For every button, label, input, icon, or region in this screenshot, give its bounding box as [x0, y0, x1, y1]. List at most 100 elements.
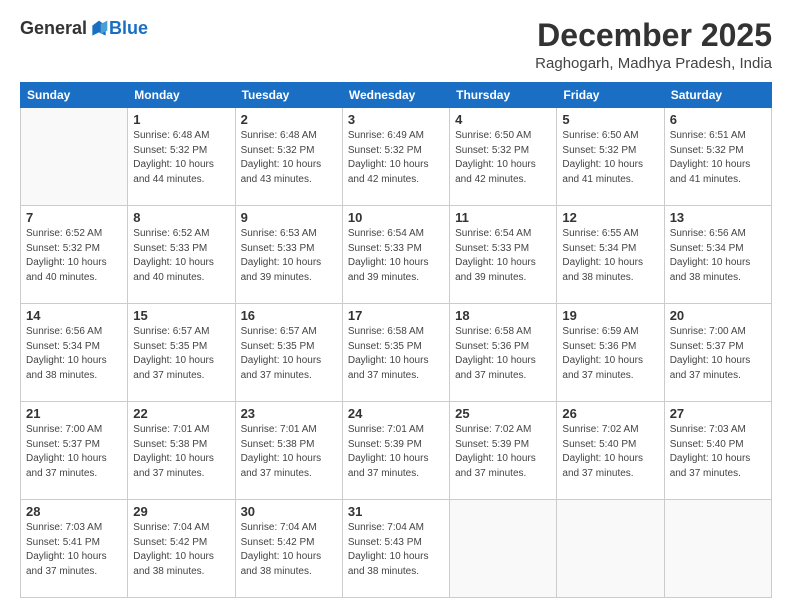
day-number: 15	[133, 308, 229, 323]
calendar-week-5: 28 Sunrise: 7:03 AM Sunset: 5:41 PM Dayli…	[21, 500, 772, 598]
day-info: Sunrise: 6:58 AM Sunset: 5:35 PM Dayligh…	[348, 325, 444, 383]
calendar-cell: 11Sunrise: 6:54 AM Sunset: 5:33 PM Dayli…	[450, 206, 557, 304]
day-number: 2	[241, 112, 337, 127]
day-info: Sunrise: 6:55 AM Sunset: 5:34 PM Dayligh…	[562, 227, 658, 285]
day-info: Sunrise: 6:50 AM Sunset: 5:32 PM Dayligh…	[455, 129, 551, 187]
day-info: Sunrise: 7:04 AM Sunset: 5:43 PM Dayligh…	[348, 521, 444, 579]
day-number: 27	[670, 406, 766, 421]
day-info: Sunrise: 6:57 AM Sunset: 5:35 PM Dayligh…	[133, 325, 229, 383]
day-number: 31	[348, 504, 444, 519]
calendar-cell	[664, 500, 771, 598]
day-info: Sunrise: 6:58 AM Sunset: 5:36 PM Dayligh…	[455, 325, 551, 383]
calendar-header-wednesday: Wednesday	[342, 83, 449, 108]
calendar-cell: 20 Sunrise: 7:00 AM Sunset: 5:37 PM Dayli…	[664, 304, 771, 402]
calendar-header-monday: Monday	[128, 83, 235, 108]
calendar-header-saturday: Saturday	[664, 83, 771, 108]
calendar-header-row: SundayMondayTuesdayWednesdayThursdayFrid…	[21, 83, 772, 108]
day-info: Sunrise: 7:02 AM Sunset: 5:39 PM Dayligh…	[455, 423, 551, 481]
logo-icon	[89, 19, 109, 39]
calendar-cell: 25 Sunrise: 7:02 AM Sunset: 5:39 PM Dayli…	[450, 402, 557, 500]
calendar-cell: 18 Sunrise: 6:58 AM Sunset: 5:36 PM Dayli…	[450, 304, 557, 402]
calendar-cell: 10Sunrise: 6:54 AM Sunset: 5:33 PM Dayli…	[342, 206, 449, 304]
day-number: 12	[562, 210, 658, 225]
day-number: 13	[670, 210, 766, 225]
day-info: Sunrise: 6:52 AM Sunset: 5:32 PM Dayligh…	[26, 227, 122, 285]
calendar-cell: 14Sunrise: 6:56 AM Sunset: 5:34 PM Dayli…	[21, 304, 128, 402]
day-info: Sunrise: 6:53 AM Sunset: 5:33 PM Dayligh…	[241, 227, 337, 285]
calendar-cell: 13 Sunrise: 6:56 AM Sunset: 5:34 PM Dayli…	[664, 206, 771, 304]
header: General Blue December 2025 Raghogarh, Ma…	[20, 18, 772, 72]
day-info: Sunrise: 6:56 AM Sunset: 5:34 PM Dayligh…	[670, 227, 766, 285]
day-number: 9	[241, 210, 337, 225]
day-number: 22	[133, 406, 229, 421]
day-info: Sunrise: 6:50 AM Sunset: 5:32 PM Dayligh…	[562, 129, 658, 187]
day-number: 4	[455, 112, 551, 127]
calendar-cell: 22Sunrise: 7:01 AM Sunset: 5:38 PM Dayli…	[128, 402, 235, 500]
calendar-cell: 7 Sunrise: 6:52 AM Sunset: 5:32 PM Daylig…	[21, 206, 128, 304]
logo-blue: Blue	[109, 18, 148, 39]
day-number: 24	[348, 406, 444, 421]
day-number: 29	[133, 504, 229, 519]
day-info: Sunrise: 6:54 AM Sunset: 5:33 PM Dayligh…	[455, 227, 551, 285]
calendar-cell: 12 Sunrise: 6:55 AM Sunset: 5:34 PM Dayli…	[557, 206, 664, 304]
day-info: Sunrise: 6:52 AM Sunset: 5:33 PM Dayligh…	[133, 227, 229, 285]
calendar-cell: 4 Sunrise: 6:50 AM Sunset: 5:32 PM Daylig…	[450, 108, 557, 206]
calendar-cell: 27Sunrise: 7:03 AM Sunset: 5:40 PM Dayli…	[664, 402, 771, 500]
calendar-cell: 31 Sunrise: 7:04 AM Sunset: 5:43 PM Dayli…	[342, 500, 449, 598]
day-number: 19	[562, 308, 658, 323]
logo: General Blue	[20, 18, 148, 39]
day-info: Sunrise: 7:04 AM Sunset: 5:42 PM Dayligh…	[241, 521, 337, 579]
calendar-cell: 23 Sunrise: 7:01 AM Sunset: 5:38 PM Dayli…	[235, 402, 342, 500]
calendar-week-2: 7 Sunrise: 6:52 AM Sunset: 5:32 PM Daylig…	[21, 206, 772, 304]
day-info: Sunrise: 6:59 AM Sunset: 5:36 PM Dayligh…	[562, 325, 658, 383]
day-number: 3	[348, 112, 444, 127]
day-number: 18	[455, 308, 551, 323]
location-title: Raghogarh, Madhya Pradesh, India	[535, 55, 772, 72]
day-info: Sunrise: 7:00 AM Sunset: 5:37 PM Dayligh…	[670, 325, 766, 383]
day-number: 25	[455, 406, 551, 421]
day-number: 26	[562, 406, 658, 421]
calendar-cell: 3 Sunrise: 6:49 AM Sunset: 5:32 PM Daylig…	[342, 108, 449, 206]
day-info: Sunrise: 6:51 AM Sunset: 5:32 PM Dayligh…	[670, 129, 766, 187]
day-info: Sunrise: 7:01 AM Sunset: 5:39 PM Dayligh…	[348, 423, 444, 481]
month-title: December 2025	[535, 18, 772, 53]
day-number: 8	[133, 210, 229, 225]
calendar-week-3: 14Sunrise: 6:56 AM Sunset: 5:34 PM Dayli…	[21, 304, 772, 402]
day-number: 28	[26, 504, 122, 519]
day-number: 7	[26, 210, 122, 225]
day-number: 23	[241, 406, 337, 421]
day-number: 5	[562, 112, 658, 127]
calendar-cell: 24 Sunrise: 7:01 AM Sunset: 5:39 PM Dayli…	[342, 402, 449, 500]
calendar-cell: 28 Sunrise: 7:03 AM Sunset: 5:41 PM Dayli…	[21, 500, 128, 598]
page: General Blue December 2025 Raghogarh, Ma…	[0, 0, 792, 612]
day-info: Sunrise: 6:48 AM Sunset: 5:32 PM Dayligh…	[241, 129, 337, 187]
day-number: 14	[26, 308, 122, 323]
calendar-table: SundayMondayTuesdayWednesdayThursdayFrid…	[20, 82, 772, 598]
calendar-cell: 17Sunrise: 6:58 AM Sunset: 5:35 PM Dayli…	[342, 304, 449, 402]
day-info: Sunrise: 7:00 AM Sunset: 5:37 PM Dayligh…	[26, 423, 122, 481]
day-number: 21	[26, 406, 122, 421]
calendar-cell: 1 Sunrise: 6:48 AM Sunset: 5:32 PM Daylig…	[128, 108, 235, 206]
calendar-header-friday: Friday	[557, 83, 664, 108]
day-number: 10	[348, 210, 444, 225]
day-info: Sunrise: 6:49 AM Sunset: 5:32 PM Dayligh…	[348, 129, 444, 187]
day-info: Sunrise: 7:04 AM Sunset: 5:42 PM Dayligh…	[133, 521, 229, 579]
calendar-cell: 16Sunrise: 6:57 AM Sunset: 5:35 PM Dayli…	[235, 304, 342, 402]
day-info: Sunrise: 7:01 AM Sunset: 5:38 PM Dayligh…	[241, 423, 337, 481]
day-number: 1	[133, 112, 229, 127]
day-info: Sunrise: 7:03 AM Sunset: 5:41 PM Dayligh…	[26, 521, 122, 579]
calendar-cell	[450, 500, 557, 598]
calendar-cell: 21 Sunrise: 7:00 AM Sunset: 5:37 PM Dayli…	[21, 402, 128, 500]
calendar-cell: 15 Sunrise: 6:57 AM Sunset: 5:35 PM Dayli…	[128, 304, 235, 402]
calendar-cell: 26Sunrise: 7:02 AM Sunset: 5:40 PM Dayli…	[557, 402, 664, 500]
calendar-cell	[557, 500, 664, 598]
calendar-week-1: 1 Sunrise: 6:48 AM Sunset: 5:32 PM Daylig…	[21, 108, 772, 206]
calendar-cell	[21, 108, 128, 206]
day-info: Sunrise: 6:48 AM Sunset: 5:32 PM Dayligh…	[133, 129, 229, 187]
title-block: December 2025 Raghogarh, Madhya Pradesh,…	[535, 18, 772, 72]
day-number: 20	[670, 308, 766, 323]
calendar-cell: 30Sunrise: 7:04 AM Sunset: 5:42 PM Dayli…	[235, 500, 342, 598]
calendar-header-tuesday: Tuesday	[235, 83, 342, 108]
calendar-header-sunday: Sunday	[21, 83, 128, 108]
day-number: 16	[241, 308, 337, 323]
